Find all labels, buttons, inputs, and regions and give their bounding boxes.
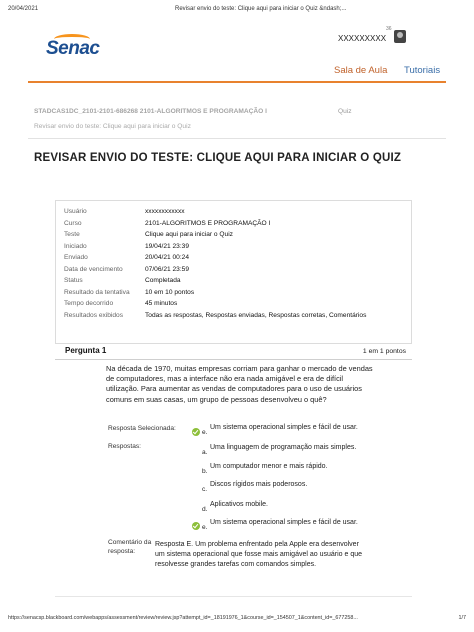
option-text: Discos rígidos mais poderosos. [210,481,308,488]
question-header: Pergunta 1 1 em 1 pontos [55,344,412,360]
comment-text: Resposta E. Um problema enfrentado pela … [155,540,405,570]
option-text: Uma linguagem de programação mais simple… [210,444,357,451]
question-line: utilização. Para aumentar as vendas de c… [106,384,362,394]
attempt-info-table: Usuário xxxxxxxxxxxx Curso 2101-ALGORITM… [55,200,412,344]
top-navigation: Sala de Aula Tutoriais [0,62,474,84]
info-label: Curso [64,219,82,227]
option-text: Um sistema operacional simples e fácil d… [210,519,358,526]
breadcrumb-course[interactable]: STADCAS1DC_2101-2101-686268 2101-ALGORIT… [34,108,267,115]
info-value: Completada [145,277,181,284]
correct-check-icon [192,428,200,436]
info-label: Enviado [64,254,88,261]
question-divider [55,359,412,360]
print-header: 20/04/2021 Revisar envio do teste: Cliqu… [0,0,474,18]
comment-line: Resposta E. Um problema enfrentado pela … [155,541,359,548]
senac-logo[interactable]: Senac [46,34,126,59]
print-date: 20/04/2021 [8,6,39,12]
print-doc-title: Revisar envio do teste: Clique aqui para… [175,6,347,12]
option-text: Aplicativos mobile. [210,501,268,508]
question-line: comuns em suas casas, um grupo de pessoa… [106,394,327,404]
user-menu[interactable]: 36 XXXXXXXXX [338,26,410,50]
info-label: Tempo decorrido [64,300,114,307]
tab-sala-de-aula[interactable]: Sala de Aula [334,65,387,76]
print-url: https://senacsp.blackboard.com/webapps/a… [8,615,358,621]
question-text: Na década de 1970, muitas empresas corri… [106,364,406,405]
info-row-curso: Curso 2101-ALGORITMOS E PROGRAMAÇÃO I [56,218,411,229]
selected-answer-text: Um sistema operacional simples e fácil d… [210,424,358,431]
comment-line: resolvesse grandes tarefas com comandos … [155,561,317,568]
info-row-teste: Teste Clique aqui para iniciar o Quiz [56,229,411,240]
info-label: Data de vencimento [64,265,123,273]
info-row-usuario: Usuário xxxxxxxxxxxx [56,206,411,217]
info-value: xxxxxxxxxxxx [145,208,185,215]
info-value: 2101-ALGORITMOS E PROGRAMAÇÃO I [145,219,271,227]
question-line: de computadores, mas a interface não era… [106,374,344,384]
tab-tutoriais[interactable]: Tutoriais [404,65,440,76]
info-value: 20/04/21 00:24 [145,254,189,261]
info-row-enviado: Enviado 20/04/21 00:24 [56,252,411,263]
question-line: Na década de 1970, muitas empresas corri… [106,364,373,373]
selected-answer-label: Resposta Selecionada: [108,425,176,432]
question-points: 1 em 1 pontos [362,348,406,355]
breadcrumb-current: Revisar envio do teste: Clique aqui para… [34,123,191,130]
print-page-number: 1/7 [458,615,467,621]
info-row-resultado: Resultado da tentativa 10 em 10 pontos [56,287,411,298]
info-label: Status [64,277,83,284]
user-name[interactable]: XXXXXXXXX [338,34,386,43]
info-row-vencimento: Data de vencimento 07/06/21 23:59 [56,264,411,275]
info-row-resultados-exibidos: Resultados exibidos Todas as respostas, … [56,310,411,321]
question-bottom-divider [55,596,412,597]
breadcrumb: STADCAS1DC_2101-2101-686268 2101-ALGORIT… [34,108,352,130]
info-value: 10 em 10 pontos [145,288,195,296]
header-divider [28,138,446,139]
info-row-iniciado: Iniciado 19/04/21 23:39 [56,241,411,252]
comment-line: um sistema operacional que fosse mais am… [155,551,363,558]
option-letter: b. [202,468,208,475]
info-row-tempo: Tempo decorrido 45 minutos [56,298,411,309]
info-label: Resultados exibidos [64,311,124,319]
info-value: 07/06/21 23:59 [145,265,189,273]
info-label: Usuário [64,208,87,215]
answers-label: Respostas: [108,443,141,450]
selected-answer-letter: e. [202,429,208,436]
info-label: Iniciado [64,242,87,250]
option-letter: a. [202,449,208,456]
page-title: REVISAR ENVIO DO TESTE: CLIQUE AQUI PARA… [34,152,402,164]
comment-label: Comentário da resposta: [108,539,152,555]
option-letter: c. [202,486,208,493]
info-row-status: Status Completada [56,275,411,286]
option-letter: d. [202,506,208,513]
question-title: Pergunta 1 [65,346,107,355]
info-value: Todas as respostas, Respostas enviadas, … [145,311,367,319]
notification-count[interactable]: 36 [386,26,392,32]
nav-divider [28,81,446,83]
info-value: 19/04/21 23:39 [145,242,189,250]
option-letter: e. [202,524,208,531]
info-value: Clique aqui para iniciar o Quiz [145,231,233,238]
print-footer: https://senacsp.blackboard.com/webapps/a… [0,612,474,626]
avatar[interactable] [394,30,406,43]
info-value: 45 minutos [145,300,178,307]
correct-check-icon [192,522,200,530]
info-label: Teste [64,231,80,238]
option-text: Um computador menor e mais rápido. [210,463,328,470]
info-label: Resultado da tentativa [64,288,130,296]
logo-wordmark: Senac [46,38,100,59]
breadcrumb-section[interactable]: Quiz [338,108,352,115]
